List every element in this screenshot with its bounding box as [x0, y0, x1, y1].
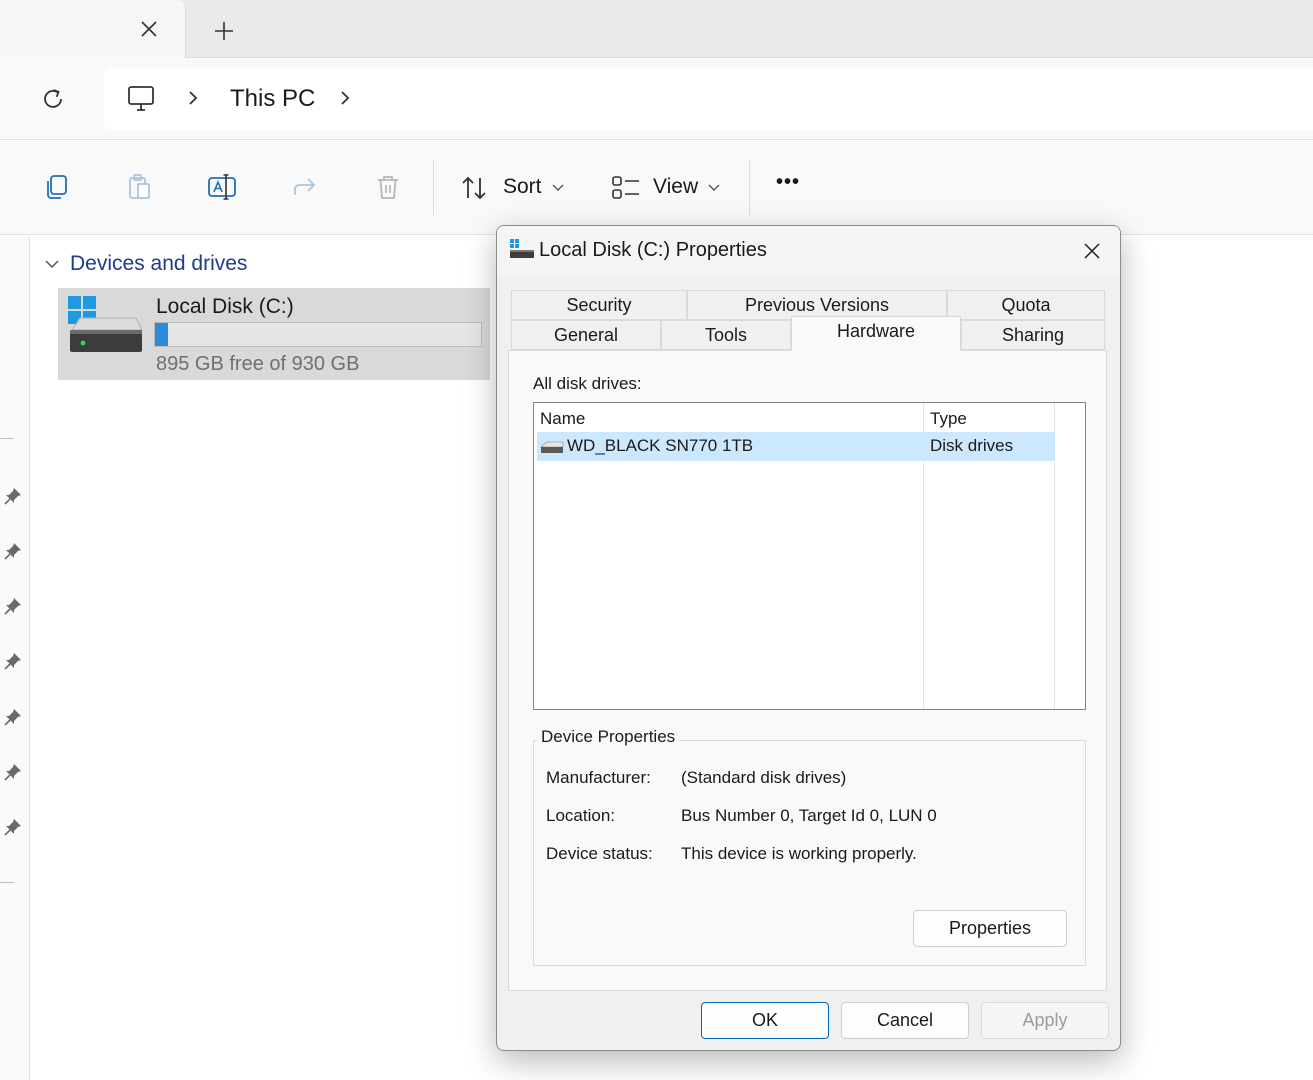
close-tab-button[interactable]	[136, 16, 162, 42]
tab-sharing[interactable]: Sharing	[961, 320, 1105, 350]
address-bar[interactable]: This PC	[104, 68, 1313, 130]
column-header-type[interactable]: Type	[930, 409, 967, 429]
paste-button[interactable]	[121, 169, 157, 205]
tab-tools[interactable]: Tools	[661, 320, 791, 350]
tab-hardware[interactable]: Hardware	[791, 316, 961, 351]
drive-name: Local Disk (C:)	[156, 295, 294, 318]
delete-button[interactable]	[370, 169, 406, 205]
pin-icon[interactable]	[3, 762, 23, 782]
local-disk-c-tile[interactable]: Local Disk (C:) 895 GB free of 930 GB	[58, 288, 490, 380]
location-value: Bus Number 0, Target Id 0, LUN 0	[681, 806, 937, 825]
tab-bar	[0, 0, 1313, 58]
device-status-label: Device status:	[546, 844, 653, 863]
breadcrumb-this-pc[interactable]: This PC	[230, 85, 315, 113]
share-button[interactable]	[287, 169, 323, 205]
properties-dialog: Local Disk (C:) Properties Security Prev…	[496, 225, 1121, 1051]
computer-icon	[128, 86, 154, 111]
disk-drives-list[interactable]: Name Type WD_BLACK SN770 1TB Disk drives	[533, 402, 1086, 710]
pin-icon[interactable]	[3, 541, 23, 561]
close-icon	[141, 21, 157, 37]
tab-quota[interactable]: Quota	[947, 290, 1105, 320]
device-properties-group: Device Properties Manufacturer: (Standar…	[533, 727, 1086, 966]
pin-icon[interactable]	[3, 651, 23, 671]
chevron-right-icon[interactable]	[186, 90, 200, 106]
hardware-tab-panel: All disk drives: Name Type WD_BLACK SN77…	[508, 350, 1107, 991]
share-icon	[294, 178, 316, 195]
refresh-icon	[44, 89, 62, 108]
view-button[interactable]: View	[653, 175, 698, 199]
drive-icon	[510, 239, 534, 258]
list-item[interactable]: WD_BLACK SN770 1TB Disk drives	[537, 432, 1055, 461]
manufacturer-value: (Standard disk drives)	[681, 768, 847, 787]
plus-icon	[215, 22, 233, 40]
dialog-titlebar[interactable]: Local Disk (C:) Properties	[497, 226, 1120, 276]
copy-button[interactable]	[38, 169, 74, 205]
chevron-down-icon[interactable]	[708, 184, 720, 192]
column-header-name[interactable]: Name	[540, 409, 585, 429]
paste-icon	[129, 174, 150, 199]
pin-icon[interactable]	[3, 707, 23, 727]
refresh-button[interactable]	[36, 82, 70, 116]
pin-icon[interactable]	[3, 596, 23, 616]
device-properties-button[interactable]: Properties	[913, 910, 1067, 947]
nav-divider	[0, 882, 14, 883]
rename-button[interactable]	[204, 169, 240, 205]
ok-button[interactable]: OK	[701, 1002, 829, 1039]
group-title: Device Properties	[537, 727, 680, 747]
drive-usage-fill	[155, 323, 169, 346]
drive-icon	[68, 296, 143, 352]
close-icon	[1084, 243, 1100, 259]
trash-icon	[378, 176, 398, 199]
dialog-close-button[interactable]	[1075, 236, 1109, 266]
pin-icon[interactable]	[3, 486, 23, 506]
rename-icon	[208, 174, 236, 200]
all-disk-drives-label: All disk drives:	[533, 374, 642, 393]
nav-divider	[0, 438, 14, 439]
chevron-right-icon[interactable]	[338, 90, 352, 106]
dialog-title: Local Disk (C:) Properties	[539, 239, 767, 261]
drive-free-space: 895 GB free of 930 GB	[156, 353, 360, 375]
tab-general[interactable]: General	[511, 320, 661, 350]
explorer-tab[interactable]	[0, 0, 186, 58]
device-status-value: This device is working properly.	[681, 844, 917, 863]
chevron-down-icon	[45, 260, 59, 269]
drive-model: WD_BLACK SN770 1TB	[567, 436, 754, 455]
sort-button[interactable]: Sort	[503, 175, 542, 199]
sort-icon[interactable]	[460, 174, 490, 202]
new-tab-button[interactable]	[210, 17, 238, 45]
command-bar: Sort View •••	[0, 141, 1313, 235]
more-options-button[interactable]: •••	[776, 171, 800, 194]
command-separator	[433, 159, 434, 215]
navigation-pane	[0, 236, 30, 1080]
chevron-down-icon[interactable]	[552, 184, 564, 192]
tab-security[interactable]: Security	[511, 290, 687, 320]
location-label: Location:	[546, 806, 615, 825]
view-icon[interactable]	[611, 175, 641, 201]
copy-icon	[47, 175, 67, 199]
manufacturer-label: Manufacturer:	[546, 768, 651, 787]
command-separator	[749, 159, 750, 215]
devices-drives-header[interactable]: Devices and drives	[44, 252, 247, 276]
address-row: This PC	[0, 58, 1313, 140]
cancel-button[interactable]: Cancel	[841, 1002, 969, 1039]
pin-icon[interactable]	[3, 817, 23, 837]
section-title: Devices and drives	[70, 252, 248, 275]
drive-usage-bar	[154, 322, 482, 347]
apply-button[interactable]: Apply	[981, 1002, 1109, 1039]
disk-drive-icon	[540, 441, 564, 453]
drive-type: Disk drives	[930, 436, 1014, 455]
